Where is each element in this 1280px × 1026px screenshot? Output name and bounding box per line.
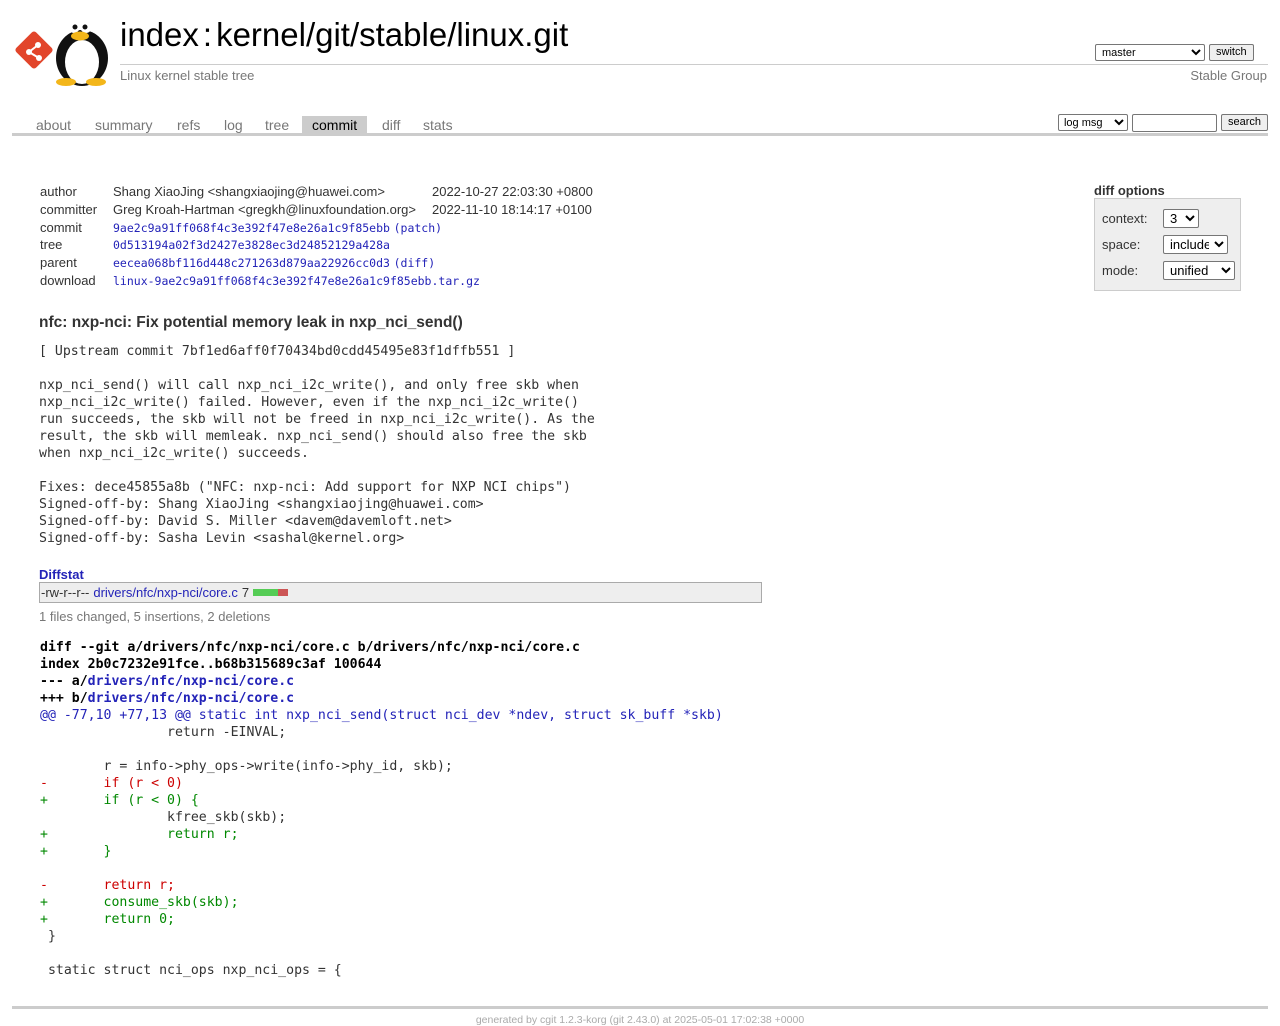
repo-link[interactable]: kernel/git/stable/linux.git (216, 16, 568, 53)
context-label: context: (1102, 211, 1148, 226)
search-button[interactable]: search (1220, 114, 1268, 131)
tab-stats[interactable]: stats (423, 116, 453, 134)
mode-select[interactable]: unified (1163, 261, 1235, 280)
diff-minus-header: --- a/drivers/nfc/nxp-nci/core.c (40, 673, 723, 690)
diff-line-removed: - return r; (40, 878, 175, 893)
search-form: log msg search (1057, 114, 1268, 132)
diff-plus-header: +++ b/drivers/nfc/nxp-nci/core.c (40, 690, 723, 707)
diff-line-added: + return r; (40, 827, 239, 842)
space-select[interactable]: include (1163, 235, 1228, 254)
committer-date: 2022-11-10 18:14:17 +0100 (431, 202, 592, 218)
diff-view: diff --git a/drivers/nfc/nxp-nci/core.c … (40, 639, 723, 979)
search-scope-select[interactable]: log msg (1057, 114, 1128, 131)
tree-row: tree 0d513194a02f3d2427e3828ec3d24852129… (40, 236, 593, 254)
switch-button[interactable]: switch (1209, 44, 1254, 61)
author-row: author Shang XiaoJing <shangxiaojing@hua… (40, 183, 593, 201)
diff-line-context: return -EINVAL; (40, 725, 287, 740)
parent-label: parent (40, 255, 77, 271)
diffstat-summary: 1 files changed, 5 insertions, 2 deletio… (39, 609, 271, 624)
diffstat-deletions-bar (278, 589, 289, 596)
title-separator: : (202, 16, 213, 53)
minus-file-link[interactable]: drivers/nfc/nxp-nci/core.c (88, 674, 294, 689)
minus-prefix: --- a/ (40, 674, 88, 689)
diff-lines: @@ -77,10 +77,13 @@ static int nxp_nci_s… (40, 707, 723, 979)
footer: generated by cgit 1.2.3-korg (git 2.43.0… (0, 1014, 1280, 1026)
index-link[interactable]: index (120, 16, 199, 53)
plus-file-link[interactable]: drivers/nfc/nxp-nci/core.c (88, 691, 294, 706)
diff-line-added: + consume_skb(skb); (40, 895, 239, 910)
patch-link[interactable]: patch (401, 221, 436, 235)
repo-owner: Stable Group (1190, 68, 1267, 83)
diff-line-added: + } (40, 844, 112, 859)
footer-divider (12, 1006, 1268, 1009)
commit-row: commit 9ae2c9a91ff068f4c3e392f47e8e26a1c… (40, 219, 443, 235)
diffstat-count: 7 (241, 585, 250, 600)
commit-hash-link[interactable]: 9ae2c9a91ff068f4c3e392f47e8e26a1c9f85ebb (113, 221, 390, 235)
branch-select[interactable]: master (1095, 44, 1205, 61)
committer-row: committer Greg Kroah-Hartman <gregkh@lin… (40, 201, 593, 219)
diffstat-graph (253, 589, 289, 596)
diff-line-context (40, 741, 723, 758)
page-title: index: kernel/git/stable/linux.git (120, 16, 568, 54)
git-logo-icon (15, 19, 108, 86)
diff-git-line: diff --git a/drivers/nfc/nxp-nci/core.c … (40, 640, 580, 655)
file-mode: -rw-r--r-- (41, 585, 90, 600)
download-row: download linux-9ae2c9a91ff068f4c3e392f47… (40, 271, 593, 289)
committer-name: Greg Kroah-Hartman <gregkh@linuxfoundati… (113, 202, 416, 218)
parent-row: parent eecea068bf116d448c271263d879aa229… (40, 255, 436, 271)
plus-prefix: +++ b/ (40, 691, 88, 706)
space-label: space: (1102, 237, 1141, 252)
tab-tree[interactable]: tree (265, 116, 289, 134)
diff-hunk-header: @@ -77,10 +77,13 @@ static int nxp_nci_s… (40, 708, 723, 723)
diff-line-context: kfree_skb(skb); (40, 810, 287, 825)
mode-label: mode: (1102, 263, 1139, 278)
diffstat-file-link[interactable]: drivers/nfc/nxp-nci/core.c (93, 585, 238, 600)
commit-label: commit (40, 219, 82, 235)
parent-diff-link[interactable]: diff (401, 256, 429, 270)
commit-subject: nfc: nxp-nci: Fix potential memory leak … (39, 314, 463, 331)
diff-index-line: index 2b0c7232e91fce..b68b315689c3af 100… (40, 657, 382, 672)
committer-label: committer (40, 202, 98, 218)
diff-options-panel: context: 3 space: include mode: unified (1094, 198, 1241, 291)
diffstat-header-link[interactable]: Diffstat (39, 567, 84, 582)
author-date: 2022-10-27 22:03:30 +0800 (431, 184, 593, 200)
cgit-logo[interactable] (14, 12, 110, 86)
diff-line-context (40, 945, 723, 962)
diff-line-added: + if (r < 0) { (40, 793, 199, 808)
diff-options-title: diff options (1094, 183, 1165, 198)
tab-summary[interactable]: summary (95, 116, 153, 134)
tux-penguin-icon (56, 19, 108, 86)
diff-line-removed: - if (r < 0) (40, 776, 183, 791)
header-divider (120, 64, 1268, 65)
tab-diff[interactable]: diff (382, 116, 400, 134)
tab-log[interactable]: log (224, 116, 243, 134)
context-select[interactable]: 3 (1163, 209, 1199, 228)
diff-line-context: r = info->phy_ops->write(info->phy_id, s… (40, 759, 453, 774)
search-input[interactable] (1131, 114, 1217, 132)
download-link[interactable]: linux-9ae2c9a91ff068f4c3e392f47e8e26a1c9… (113, 274, 480, 288)
tree-label: tree (40, 237, 63, 253)
footer-text[interactable]: generated by cgit 1.2.3-korg (git 2.43.0… (476, 1014, 804, 1026)
commit-message: [ Upstream commit 7bf1ed6aff0f70434bd0cd… (39, 344, 595, 546)
tab-about[interactable]: about (36, 116, 71, 134)
download-label: download (40, 272, 96, 288)
author-name: Shang XiaoJing <shangxiaojing@huawei.com… (113, 184, 385, 200)
diff-line-context: } (40, 929, 56, 944)
diffstat-table: -rw-r--r-- drivers/nfc/nxp-nci/core.c 7 (39, 582, 762, 603)
tab-refs[interactable]: refs (177, 116, 200, 134)
tab-commit[interactable]: commit (302, 116, 368, 135)
branch-switch-form: master switch (1095, 44, 1254, 61)
parent-hash-link[interactable]: eecea068bf116d448c271263d879aa22926cc0d3 (113, 256, 390, 270)
repo-description: Linux kernel stable tree (120, 68, 255, 83)
diffstat-insertions-bar (253, 589, 279, 596)
diff-line-context (40, 860, 723, 877)
diff-line-context: static struct nci_ops nxp_nci_ops = { (40, 963, 342, 978)
tree-hash-link[interactable]: 0d513194a02f3d2427e3828ec3d24852129a428a (113, 238, 390, 252)
diff-git-header: diff --git a/drivers/nfc/nxp-nci/core.c … (40, 639, 723, 656)
author-label: author (40, 184, 77, 200)
diff-line-added: + return 0; (40, 912, 175, 927)
commit-info: author Shang XiaoJing <shangxiaojing@hua… (40, 183, 593, 289)
